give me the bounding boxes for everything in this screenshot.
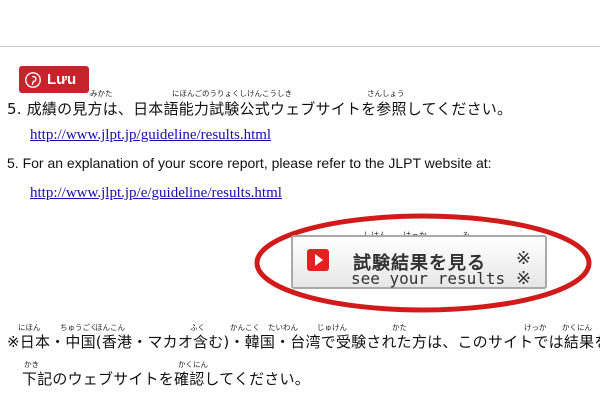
- reference-mark: ※: [516, 268, 532, 289]
- results-link-ja[interactable]: http://www.jlpt.jp/guideline/results.htm…: [30, 127, 271, 144]
- see-results-label-en: see your results: [351, 269, 506, 288]
- play-icon: [307, 249, 329, 271]
- item-ja-text: 成績の見方は、日本語能力試験公式ウェブサイトを参照してください。: [26, 100, 513, 118]
- pinterest-icon: [25, 71, 41, 88]
- note-line-1: ※日本・中国(香港・マカオ含む)・韓国・台湾で受験された方は、このサイトでは結果…: [7, 333, 600, 351]
- item-ja: 5. 成績の見方は、日本語能力試験公式ウェブサイトを参照してください。: [7, 98, 512, 119]
- save-button-label: Lưu: [47, 71, 77, 88]
- item-en: 5. For an explanation of your score repo…: [7, 155, 492, 171]
- item-ja-number: 5.: [7, 100, 22, 118]
- divider: [0, 46, 600, 47]
- see-results-button[interactable]: 試験結果を見る see your results ※ ※: [291, 235, 547, 289]
- results-link-en[interactable]: http://www.jlpt.jp/e/guideline/results.h…: [30, 185, 282, 202]
- item-en-text: For an explanation of your score report,…: [22, 155, 492, 171]
- reference-mark: ※: [516, 248, 532, 269]
- note-line-2: 下記のウェブサイトを確認してください。: [22, 370, 310, 388]
- page: Lưu みかた にほんごのうりょくしけんこうしき さんしょう 5. 成績の見方は…: [0, 0, 600, 400]
- item-en-number: 5.: [7, 155, 19, 171]
- pinterest-save-button[interactable]: Lưu: [19, 66, 89, 93]
